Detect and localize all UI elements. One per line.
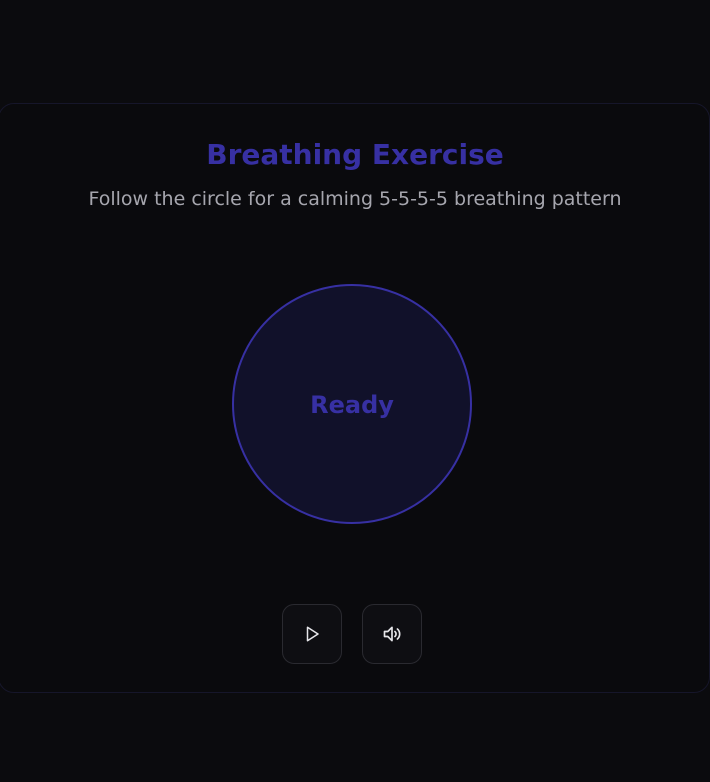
breathing-state-label: Ready xyxy=(310,391,394,419)
play-button[interactable] xyxy=(282,604,342,664)
play-icon xyxy=(303,625,321,643)
breathing-circle: Ready xyxy=(232,284,472,524)
page-subtitle: Follow the circle for a calming 5-5-5-5 … xyxy=(88,188,622,210)
page-title: Breathing Exercise xyxy=(206,138,504,171)
sound-toggle-button[interactable] xyxy=(362,604,422,664)
volume-icon xyxy=(382,624,402,644)
